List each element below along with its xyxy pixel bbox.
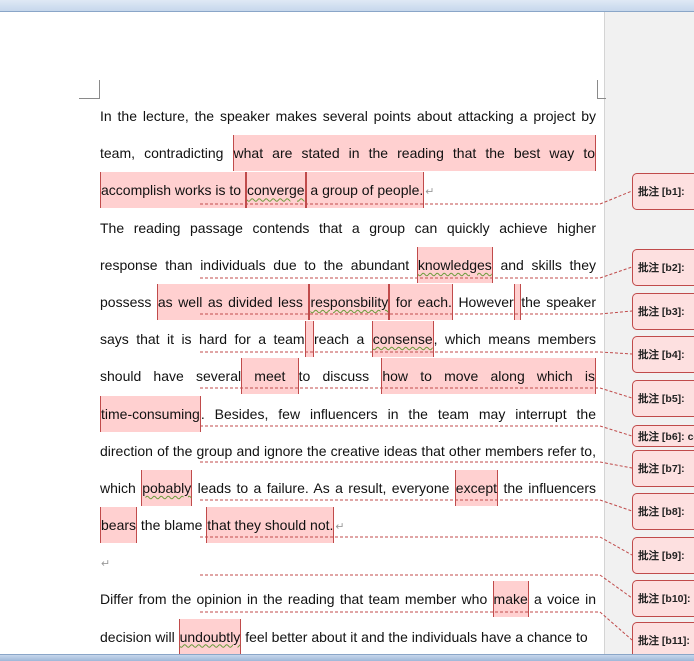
text-line[interactable]: Differ from the opinion in the reading t…: [100, 581, 596, 618]
text-line[interactable]: decision will undoubtly feel better abou…: [100, 618, 596, 656]
text-run: reach a: [314, 331, 372, 348]
paragraph-mark: ↵: [425, 186, 435, 199]
comment-balloon[interactable]: 批注 [b7]:: [632, 450, 694, 487]
text-run: says that it is hard for a team: [100, 331, 305, 348]
commented-text[interactable]: [304, 321, 315, 358]
commented-text[interactable]: for each.: [389, 283, 453, 320]
commented-text[interactable]: what are stated in the reading that the …: [232, 135, 597, 172]
text-run: response than individuals due to the abu…: [100, 256, 417, 273]
crop-mark-left: [79, 80, 100, 99]
text-run: and skills they: [492, 256, 596, 273]
commented-text[interactable]: bears: [100, 507, 138, 544]
comment-balloon[interactable]: 批注 [b8]:: [632, 493, 694, 530]
text-run: leads to a failure. As a result, everyon…: [192, 479, 455, 496]
commented-text[interactable]: undoubtly: [178, 618, 242, 655]
text-run: However: [452, 293, 514, 310]
text-run: the blame: [137, 517, 207, 534]
comment-balloon[interactable]: 批注 [b3]:: [632, 293, 694, 330]
text-run: should have several: [100, 368, 242, 385]
comment-balloon[interactable]: 批注 [b5]:: [632, 380, 694, 417]
paragraph[interactable]: Differ from the opinion in the reading t…: [100, 581, 596, 655]
text-run: a voice in: [528, 591, 596, 608]
text-line[interactable]: should have several meet to discuss how …: [100, 358, 597, 395]
commented-text[interactable]: how to move along which is: [381, 358, 597, 395]
text-run: to discuss: [298, 368, 382, 385]
paragraph-mark: ↵: [101, 558, 111, 571]
text-run: In the lecture, the speaker makes severa…: [100, 108, 596, 124]
comment-balloon[interactable]: 批注 [b2]:: [632, 249, 694, 286]
text-line[interactable]: ↵: [100, 544, 596, 581]
paragraph[interactable]: The reading passage contends that a grou…: [100, 210, 597, 545]
commented-text[interactable]: time-consuming: [100, 395, 201, 432]
ruler-bar: [0, 0, 694, 12]
comment-balloon[interactable]: 批注 [b6]: co: [632, 425, 694, 447]
text-run: . Besides, few influencers in the team m…: [200, 405, 596, 422]
text-run: which: [100, 479, 142, 496]
text-line[interactable]: which pobably leads to a failure. As a r…: [100, 469, 596, 507]
text-run: The reading passage contends that a grou…: [100, 219, 596, 236]
commented-text[interactable]: knowledges: [416, 246, 493, 283]
text-run: possess: [100, 293, 157, 310]
text-line[interactable]: In the lecture, the speaker makes severa…: [100, 98, 596, 135]
text-run: feel better about it and the individuals…: [241, 628, 588, 645]
text-line[interactable]: The reading passage contends that a grou…: [100, 210, 596, 247]
commented-text[interactable]: accomplish works is to: [100, 172, 246, 209]
commented-text[interactable]: responsbility: [309, 283, 390, 320]
crop-mark-right: [597, 80, 606, 99]
commented-text[interactable]: converge: [245, 172, 306, 209]
text-run: team, contradicting: [100, 145, 233, 162]
paragraph[interactable]: ↵: [100, 544, 596, 581]
text-run: direction of the group and ignore the cr…: [100, 442, 596, 459]
text-line[interactable]: says that it is hard for a team reach a …: [100, 321, 596, 358]
commented-text[interactable]: that they should not.: [206, 507, 335, 544]
document-body[interactable]: In the lecture, the speaker makes severa…: [100, 98, 597, 656]
commented-text[interactable]: meet: [241, 358, 299, 395]
text-run: Differ from the opinion in the reading t…: [100, 591, 493, 608]
commented-text[interactable]: except: [454, 469, 499, 506]
text-line[interactable]: possess as well as divided less responsb…: [100, 283, 597, 321]
commented-text[interactable]: make: [492, 581, 529, 618]
paragraph-mark: ↵: [335, 521, 345, 534]
text-line[interactable]: response than individuals due to the abu…: [100, 246, 596, 284]
text-line[interactable]: bears the blame that they should not. ↵: [100, 507, 596, 544]
comment-balloon[interactable]: 批注 [b9]:: [632, 537, 694, 574]
commented-text[interactable]: a group of people.: [305, 172, 425, 209]
text-run: the speaker: [521, 293, 597, 310]
comment-balloon[interactable]: 批注 [b1]:: [632, 173, 694, 210]
commented-text[interactable]: as well as divided less: [156, 283, 310, 320]
commented-text[interactable]: pobably: [141, 469, 193, 506]
comment-balloon[interactable]: 批注 [b4]:: [632, 336, 694, 373]
text-line[interactable]: direction of the group and ignore the cr…: [100, 433, 596, 470]
comment-balloon[interactable]: 批注 [b10]:: [632, 580, 694, 617]
text-run: the influencers: [498, 479, 596, 496]
commented-text[interactable]: consense: [371, 321, 434, 358]
text-line[interactable]: accomplish works is to converge a group …: [100, 172, 596, 209]
text-run: decision will: [100, 628, 179, 645]
text-line[interactable]: time-consuming. Besides, few influencers…: [100, 395, 596, 433]
paragraph[interactable]: In the lecture, the speaker makes severa…: [100, 98, 597, 210]
text-run: , which means members: [433, 331, 596, 348]
text-line[interactable]: team, contradicting what are stated in t…: [100, 135, 597, 172]
